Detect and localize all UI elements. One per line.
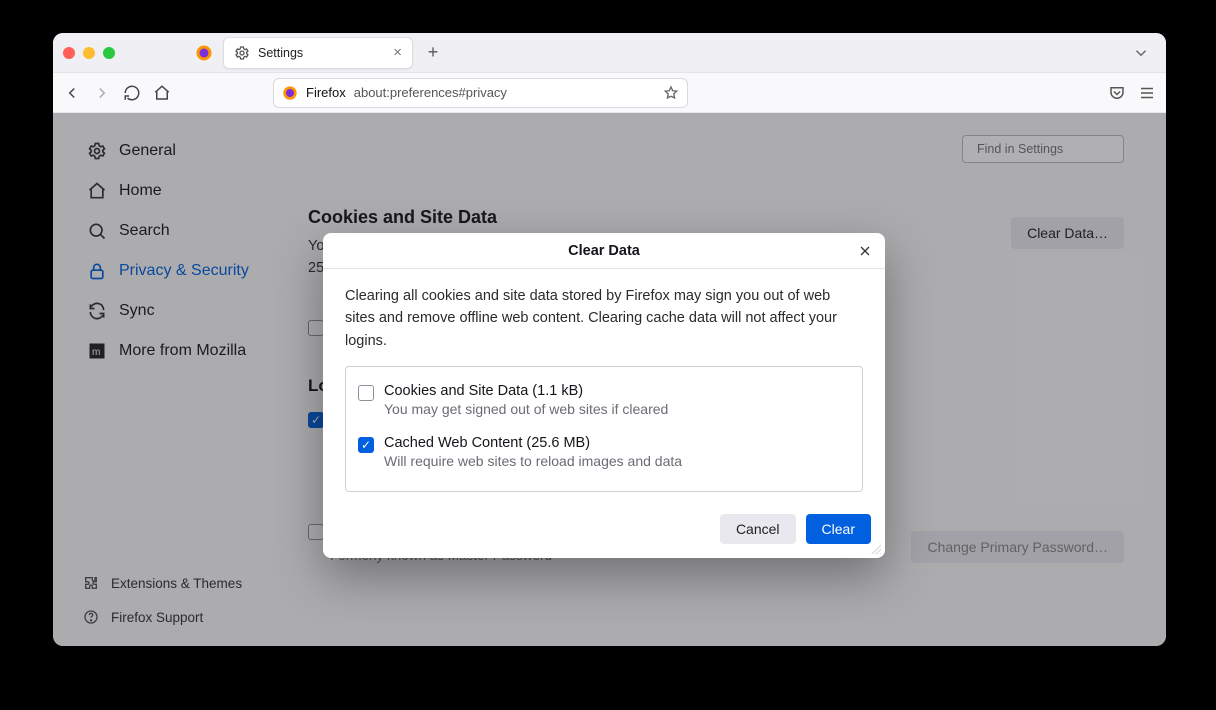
forward-icon[interactable] — [93, 84, 111, 102]
cache-checkbox[interactable] — [358, 437, 374, 453]
pocket-icon[interactable] — [1108, 84, 1126, 102]
gear-icon — [234, 45, 250, 61]
firefox-logo-icon — [195, 44, 213, 62]
zoom-window-button[interactable] — [103, 47, 115, 59]
cookies-option-sub: You may get signed out of web sites if c… — [384, 401, 668, 417]
dialog-title: Clear Data — [568, 243, 640, 259]
minimize-window-button[interactable] — [83, 47, 95, 59]
dialog-body: Clearing all cookies and site data store… — [323, 269, 885, 504]
close-window-button[interactable] — [63, 47, 75, 59]
firefox-logo-icon — [282, 85, 298, 101]
close-icon — [857, 243, 873, 259]
cookies-checkbox[interactable] — [358, 385, 374, 401]
cache-option-label: Cached Web Content (25.6 MB) — [384, 435, 682, 451]
cancel-button[interactable]: Cancel — [720, 514, 796, 544]
nav-toolbar: Firefox about:preferences#privacy — [53, 73, 1166, 113]
clear-button[interactable]: Clear — [806, 514, 871, 544]
browser-window: Settings × + Firefox about:preferences#p… — [53, 33, 1166, 646]
option-cookies: Cookies and Site Data (1.1 kB) You may g… — [358, 379, 850, 427]
menu-icon[interactable] — [1138, 84, 1156, 102]
url-bar[interactable]: Firefox about:preferences#privacy — [273, 78, 688, 108]
tab-settings[interactable]: Settings × — [223, 37, 413, 69]
dialog-header: Clear Data — [323, 233, 885, 269]
resize-handle-icon[interactable] — [869, 542, 881, 554]
new-tab-button[interactable]: + — [421, 41, 445, 65]
clear-data-dialog: Clear Data Clearing all cookies and site… — [323, 233, 885, 558]
url-identity-label: Firefox — [306, 85, 346, 100]
tab-title: Settings — [258, 46, 385, 60]
titlebar: Settings × + — [53, 33, 1166, 73]
tabs-dropdown-icon[interactable] — [1132, 44, 1150, 62]
dialog-description: Clearing all cookies and site data store… — [345, 285, 863, 352]
close-dialog-button[interactable] — [855, 241, 875, 261]
dialog-options: Cookies and Site Data (1.1 kB) You may g… — [345, 366, 863, 492]
cache-option-sub: Will require web sites to reload images … — [384, 453, 682, 469]
dialog-footer: Cancel Clear — [323, 504, 885, 558]
home-icon[interactable] — [153, 84, 171, 102]
bookmark-star-icon[interactable] — [663, 85, 679, 101]
reload-icon[interactable] — [123, 84, 141, 102]
close-tab-icon[interactable]: × — [393, 44, 402, 61]
traffic-lights — [63, 47, 115, 59]
url-address: about:preferences#privacy — [354, 85, 507, 100]
cookies-option-label: Cookies and Site Data (1.1 kB) — [384, 383, 668, 399]
option-cache: Cached Web Content (25.6 MB) Will requir… — [358, 427, 850, 479]
back-icon[interactable] — [63, 84, 81, 102]
